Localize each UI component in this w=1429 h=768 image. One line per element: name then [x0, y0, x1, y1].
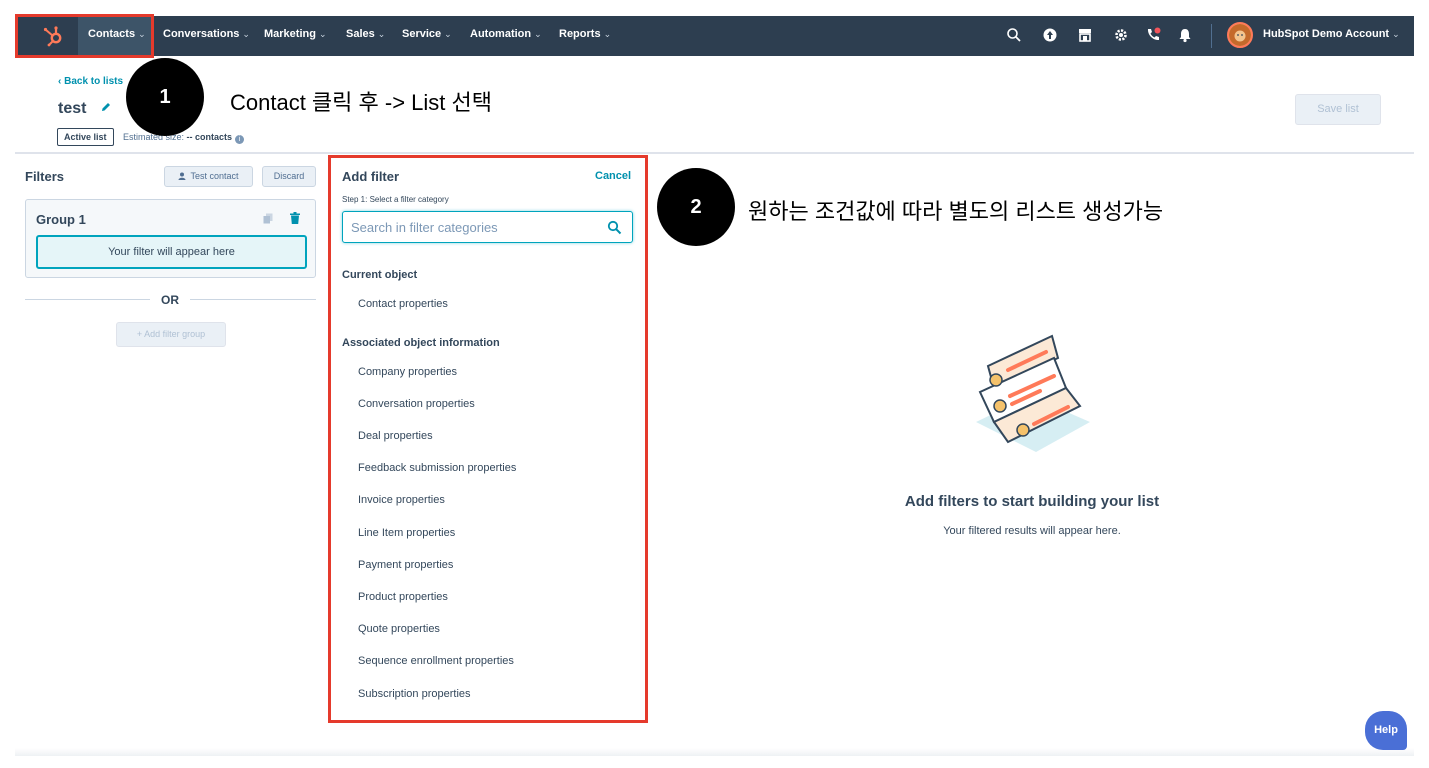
filter-placeholder[interactable]: Your filter will appear here — [36, 235, 307, 269]
test-contact-button[interactable]: Test contact — [164, 166, 253, 187]
top-navigation: Contacts ⌄ Conversations ⌄ Marketing ⌄ Sale… — [15, 16, 1414, 56]
group-title: Group 1 — [36, 212, 86, 227]
empty-state-title: Add filters to start building your list — [904, 493, 1160, 510]
filters-title: Filters — [25, 169, 65, 184]
nav-divider — [1211, 24, 1212, 48]
annotation-text-2: 원하는 조건값에 따라 별도의 리스트 생성가능 — [748, 199, 1164, 224]
chevron-down-icon: ⌄ — [377, 29, 386, 39]
annotation-highlight-filter-panel — [328, 155, 648, 723]
annotation-marker-1: 1 — [126, 58, 204, 136]
nav-conversations[interactable]: Conversations ⌄ — [163, 28, 250, 40]
help-button[interactable]: Help — [1365, 711, 1407, 750]
marketplace-icon[interactable] — [1076, 26, 1094, 44]
calling-icon[interactable] — [1144, 26, 1162, 44]
chevron-down-icon: ⌄ — [603, 29, 612, 39]
estimated-size-value: -- contacts — [186, 132, 233, 142]
chevron-down-icon: ⌄ — [444, 29, 452, 39]
search-icon[interactable] — [1005, 26, 1023, 44]
person-icon — [178, 172, 186, 180]
back-to-lists-link[interactable]: ‹ Back to lists — [58, 76, 123, 87]
nav-marketing-label: Marketing — [264, 28, 316, 40]
chevron-down-icon: ⌄ — [318, 29, 327, 39]
list-type-badge: Active list — [57, 128, 114, 146]
estimated-size: Estimated size: -- contacts i — [123, 132, 245, 144]
test-contact-label: Test contact — [190, 171, 239, 181]
empty-state-subtitle: Your filtered results will appear here. — [943, 525, 1121, 537]
avatar-face-icon — [1229, 24, 1251, 46]
nav-conversations-label: Conversations — [163, 28, 240, 40]
edit-pencil-icon[interactable] — [100, 101, 112, 113]
settings-icon[interactable] — [1112, 26, 1130, 44]
annotation-text-1: Contact 클릭 후 -> List 선택 — [230, 90, 492, 115]
nav-reports-label: Reports — [559, 28, 601, 40]
add-filter-group-button[interactable]: + Add filter group — [116, 322, 226, 347]
bottom-edge-shadow — [15, 748, 1414, 756]
annotation-marker-2: 2 — [657, 168, 735, 246]
chevron-down-icon: ⌄ — [242, 29, 250, 39]
account-menu[interactable]: HubSpot Demo Account ⌄ — [1263, 28, 1400, 40]
nav-automation[interactable]: Automation ⌄ — [470, 28, 542, 40]
save-list-button[interactable]: Save list — [1295, 94, 1381, 125]
list-building-illustration — [976, 334, 1090, 452]
annotation-highlight-contacts — [15, 14, 154, 58]
account-avatar[interactable] — [1227, 22, 1253, 48]
trash-icon[interactable] — [290, 212, 300, 224]
info-icon[interactable]: i — [235, 135, 245, 144]
nav-service-label: Service — [402, 28, 442, 40]
header-divider — [15, 152, 1414, 154]
app-window: Contacts ⌄ Conversations ⌄ Marketing ⌄ Sale… — [0, 0, 1429, 768]
chevron-down-icon: ⌄ — [1392, 29, 1400, 39]
nav-sales[interactable]: Sales ⌄ — [346, 28, 385, 40]
account-name: HubSpot Demo Account — [1263, 28, 1390, 40]
discard-button[interactable]: Discard — [262, 166, 316, 187]
chevron-down-icon: ⌄ — [534, 29, 542, 39]
list-name-title: test — [58, 100, 87, 117]
or-divider-right — [190, 299, 316, 300]
or-label: OR — [161, 293, 179, 307]
nav-marketing[interactable]: Marketing ⌄ — [264, 28, 327, 40]
clone-icon[interactable] — [263, 213, 273, 224]
nav-reports[interactable]: Reports ⌄ — [559, 28, 611, 40]
or-divider-left — [25, 299, 150, 300]
nav-sales-label: Sales — [346, 28, 375, 40]
nav-service[interactable]: Service ⌄ — [402, 28, 452, 40]
filter-group-card: Group 1 Your filter will appear here — [25, 199, 316, 278]
upgrade-icon[interactable] — [1041, 26, 1059, 44]
notifications-icon[interactable] — [1176, 26, 1194, 44]
nav-automation-label: Automation — [470, 28, 532, 40]
